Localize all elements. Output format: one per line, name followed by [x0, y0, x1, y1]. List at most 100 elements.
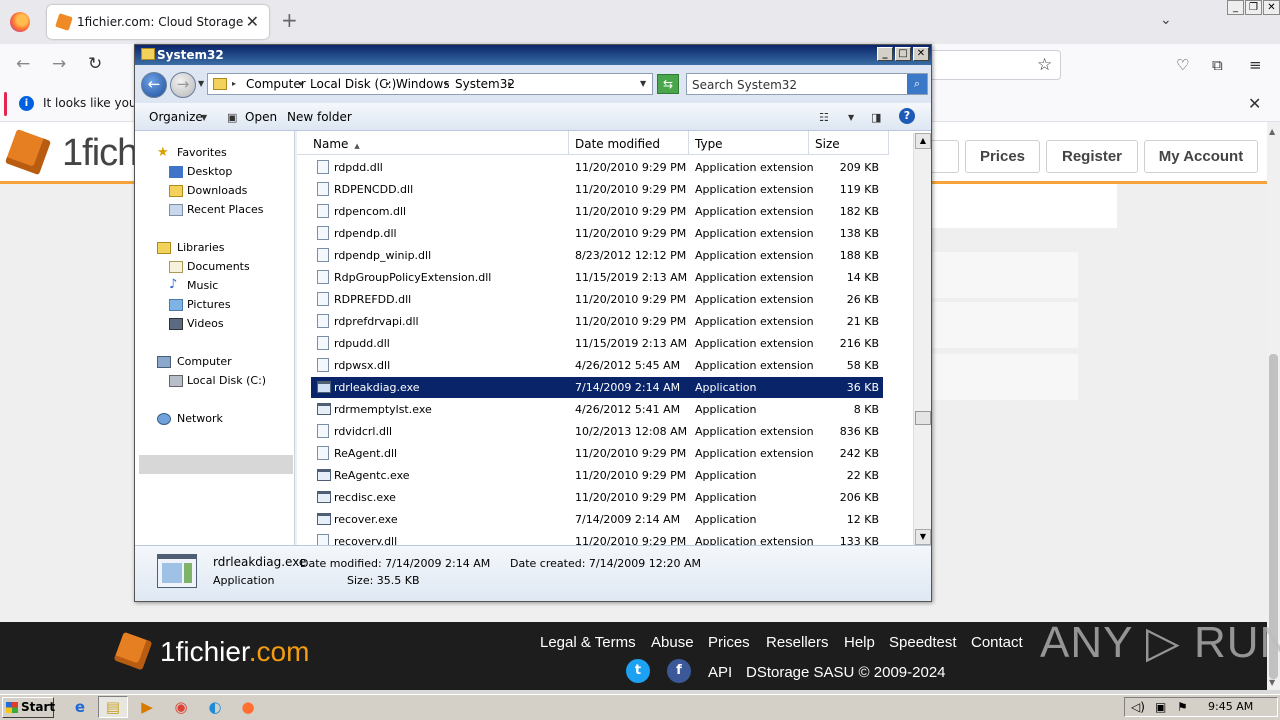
file-row[interactable]: rdpencom.dll 11/20/2010 9:29 PM Applicatio…: [311, 201, 883, 222]
open-icon[interactable]: ▣: [227, 111, 237, 124]
footer-link-abuse[interactable]: Abuse: [651, 634, 694, 651]
footer-link-api[interactable]: API: [708, 664, 732, 681]
file-row[interactable]: RDPENCDD.dll 11/20/2010 9:29 PM Applicatio…: [311, 179, 883, 200]
nav-local-disk[interactable]: Local Disk (C:): [187, 374, 266, 387]
page-scrollbar[interactable]: ▲ ▼: [1267, 122, 1280, 690]
nav-documents[interactable]: Documents: [187, 260, 250, 273]
close-icon[interactable]: ✕: [1263, 0, 1280, 15]
organize-dropdown-icon[interactable]: ▼: [201, 113, 207, 122]
breadcrumb-arrow-icon[interactable]: ▸: [508, 79, 512, 88]
nav-libraries[interactable]: Libraries: [177, 241, 225, 254]
register-button[interactable]: Register: [1046, 140, 1138, 173]
bookmark-star-icon[interactable]: ☆: [1037, 55, 1052, 75]
view-options-icon[interactable]: ☷: [819, 111, 829, 124]
nav-computer[interactable]: Computer: [177, 355, 232, 368]
breadcrumb-local-disk[interactable]: Local Disk (C:): [310, 77, 396, 91]
file-row[interactable]: ReAgentc.exe 11/20/2010 9:29 PM Applicatio…: [311, 465, 883, 486]
list-all-tabs-icon[interactable]: ⌄: [1160, 12, 1172, 28]
footer-link-legal[interactable]: Legal & Terms: [540, 634, 636, 651]
nav-desktop[interactable]: Desktop: [187, 165, 232, 178]
address-bar[interactable]: ▸ Computer ▸ Local Disk (C:) ▸ Windows ▸…: [207, 73, 653, 95]
nav-favorites[interactable]: Favorites: [177, 146, 227, 159]
file-row[interactable]: RdpGroupPolicyExtension.dll 11/15/2019 2:…: [311, 267, 883, 288]
file-row[interactable]: rdpwsx.dll 4/26/2012 5:45 AM Application e…: [311, 355, 883, 376]
back-icon[interactable]: ←: [141, 72, 167, 98]
footer-link-resellers[interactable]: Resellers: [766, 634, 829, 651]
search-icon[interactable]: ⌕: [907, 74, 927, 94]
view-dropdown-icon[interactable]: ▼: [848, 113, 854, 122]
volume-icon[interactable]: ◁): [1131, 700, 1145, 714]
address-dropdown-icon[interactable]: ▼: [640, 79, 646, 88]
breadcrumb-computer[interactable]: Computer: [246, 77, 306, 91]
file-row[interactable]: rdpudd.dll 11/15/2019 2:13 AM Application …: [311, 333, 883, 354]
edge-icon[interactable]: ◐: [205, 698, 225, 716]
scroll-down-icon[interactable]: ▼: [1269, 678, 1275, 687]
close-icon[interactable]: ✕: [913, 47, 929, 61]
breadcrumb-windows[interactable]: Windows: [396, 77, 450, 91]
open-button[interactable]: Open: [245, 110, 277, 124]
file-row[interactable]: recdisc.exe 11/20/2010 9:29 PM Application…: [311, 487, 883, 508]
nav-videos[interactable]: Videos: [187, 317, 224, 330]
file-row[interactable]: recover.exe 7/14/2009 2:14 AM Application 1…: [311, 509, 883, 530]
scrollbar-thumb[interactable]: [915, 411, 931, 425]
my-account-button[interactable]: My Account: [1144, 140, 1258, 173]
scroll-up-icon[interactable]: ▲: [915, 133, 931, 149]
site-logo-text[interactable]: 1fich: [62, 132, 138, 175]
prices-button[interactable]: Prices: [965, 140, 1040, 173]
file-row[interactable]: rdrmemptylst.exe 4/26/2012 5:41 AM Applica…: [311, 399, 883, 420]
tab-close-icon[interactable]: ✕: [246, 12, 259, 31]
file-row[interactable]: rdrleakdiag.exe 7/14/2009 2:14 AM Applicat…: [311, 377, 883, 398]
forward-icon[interactable]: →: [170, 72, 196, 98]
file-list-scrollbar[interactable]: ▲ ▼: [913, 133, 931, 545]
footer-logo-text[interactable]: 1fichier.com: [160, 636, 309, 668]
browser-tab[interactable]: 1fichier.com: Cloud Storage ✕: [47, 5, 269, 39]
minimize-icon[interactable]: _: [1227, 0, 1244, 15]
media-player-icon[interactable]: ▶: [137, 698, 157, 716]
nav-network[interactable]: Network: [177, 412, 223, 425]
pocket-icon[interactable]: ♡: [1176, 56, 1189, 74]
network-tray-icon[interactable]: ▣: [1155, 700, 1166, 714]
column-header-name[interactable]: Name ▲: [297, 131, 569, 155]
breadcrumb-arrow-icon[interactable]: ▸: [232, 79, 236, 88]
extensions-icon[interactable]: ⧉: [1212, 56, 1223, 74]
preview-pane-icon[interactable]: ◨: [871, 111, 881, 124]
start-button[interactable]: Start: [2, 697, 55, 718]
file-row[interactable]: rdpdd.dll 11/20/2010 9:29 PM Application e…: [311, 157, 883, 178]
twitter-icon[interactable]: t: [626, 659, 650, 683]
scroll-down-icon[interactable]: ▼: [915, 529, 931, 545]
facebook-icon[interactable]: f: [667, 659, 691, 683]
reload-icon[interactable]: ↻: [88, 55, 102, 73]
restore-icon[interactable]: ❐: [1245, 0, 1262, 15]
search-input[interactable]: Search System32 ⌕: [686, 73, 928, 95]
breadcrumb-system32[interactable]: System32: [455, 77, 515, 91]
nav-music[interactable]: Music: [187, 279, 218, 292]
organize-button[interactable]: Organize: [149, 110, 203, 124]
footer-link-speedtest[interactable]: Speedtest: [889, 634, 957, 651]
firefox-icon[interactable]: [10, 12, 30, 32]
new-tab-button[interactable]: +: [281, 10, 298, 30]
file-row[interactable]: RDPREFDD.dll 11/20/2010 9:29 PM Applicatio…: [311, 289, 883, 310]
file-row[interactable]: rdprefdrvapi.dll 11/20/2010 9:29 PM Applic…: [311, 311, 883, 332]
footer-link-contact[interactable]: Contact: [971, 634, 1023, 651]
scroll-up-icon[interactable]: ▲: [1269, 127, 1275, 136]
menu-icon[interactable]: ≡: [1249, 56, 1262, 74]
minimize-icon[interactable]: _: [877, 47, 893, 61]
nav-pictures[interactable]: Pictures: [187, 298, 231, 311]
column-header-date[interactable]: Date modified: [569, 131, 689, 155]
forward-icon[interactable]: →: [52, 55, 66, 73]
nav-recent-places[interactable]: Recent Places: [187, 203, 264, 216]
file-row[interactable]: rdvidcrl.dll 10/2/2013 12:08 AM Applicatio…: [311, 421, 883, 442]
file-row[interactable]: rdpendp.dll 11/20/2010 9:29 PM Application…: [311, 223, 883, 244]
nav-downloads[interactable]: Downloads: [187, 184, 247, 197]
maximize-icon[interactable]: □: [895, 47, 911, 61]
breadcrumb-arrow-icon[interactable]: ▸: [386, 79, 390, 88]
column-header-type[interactable]: Type: [689, 131, 809, 155]
file-row[interactable]: ReAgent.dll 11/20/2010 9:29 PM Application…: [311, 443, 883, 464]
firefox-taskbar-icon[interactable]: ●: [238, 698, 258, 716]
back-icon[interactable]: ←: [16, 55, 30, 73]
footer-link-help[interactable]: Help: [844, 634, 875, 651]
column-header-size[interactable]: Size: [809, 131, 889, 155]
new-folder-button[interactable]: New folder: [287, 110, 352, 124]
internet-explorer-icon[interactable]: e: [70, 698, 90, 716]
file-row[interactable]: rdpendp_winip.dll 8/23/2012 12:12 PM Appli…: [311, 245, 883, 266]
